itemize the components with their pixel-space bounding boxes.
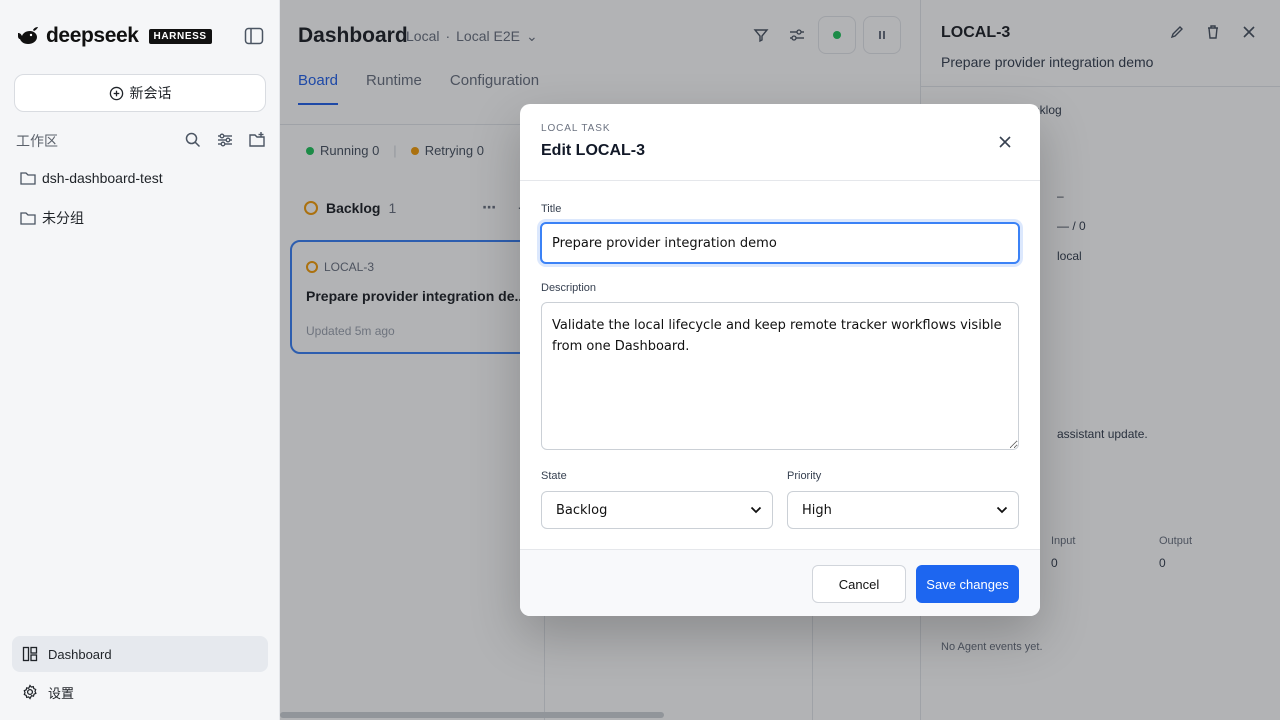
sidebar: deepseek HARNESS 新会话 工作区 dsh-dashboard-t… <box>0 0 280 720</box>
dialog-footer: Cancel Save changes <box>520 549 1040 616</box>
state-select-value: Backlog <box>556 502 608 518</box>
whale-logo-icon <box>18 27 38 44</box>
filter-sliders-icon[interactable] <box>216 131 234 149</box>
description-textarea[interactable]: Validate the local lifecycle and keep re… <box>541 302 1019 450</box>
workspace-label: 工作区 <box>16 133 58 149</box>
workspace-header: 工作区 <box>16 131 266 151</box>
brand-name: deepseek <box>46 24 139 47</box>
dialog-header-divider <box>520 180 1040 181</box>
dialog-eyebrow: LOCAL TASK <box>541 123 611 134</box>
folder-icon <box>20 172 36 185</box>
chevron-down-icon <box>750 506 762 514</box>
search-icon[interactable] <box>184 131 202 149</box>
dialog-title: Edit LOCAL-3 <box>541 142 645 159</box>
workspace-group-item[interactable]: 未分组 <box>20 208 84 228</box>
gear-icon <box>23 684 37 700</box>
save-changes-button[interactable]: Save changes <box>916 565 1019 603</box>
brand-logo[interactable]: deepseek HARNESS <box>16 24 212 48</box>
sidebar-item-dashboard[interactable]: Dashboard <box>12 636 268 672</box>
dashboard-icon <box>22 646 38 662</box>
folder-icon <box>20 212 36 225</box>
sidebar-item-label: 设置 <box>48 685 75 701</box>
state-select[interactable]: Backlog <box>541 491 773 529</box>
new-chat-button[interactable]: 新会话 <box>14 74 266 112</box>
workspace-group-item[interactable]: dsh-dashboard-test <box>20 170 163 186</box>
sidebar-item-label: Dashboard <box>48 646 112 662</box>
sidebar-toggle-icon[interactable] <box>244 27 264 45</box>
title-label: Title <box>541 203 562 215</box>
workspace-group-label: dsh-dashboard-test <box>42 170 163 186</box>
cancel-button[interactable]: Cancel <box>812 565 906 603</box>
workspace-group-label: 未分组 <box>42 210 84 226</box>
plus-circle-icon <box>109 86 123 100</box>
edit-task-dialog: LOCAL TASK Edit LOCAL-3 Title Descriptio… <box>520 104 1040 616</box>
new-folder-icon[interactable] <box>248 131 266 149</box>
description-label: Description <box>541 282 597 294</box>
chevron-down-icon <box>996 506 1008 514</box>
priority-select-value: High <box>802 502 832 518</box>
brand-tag: HARNESS <box>148 28 212 44</box>
sidebar-item-settings[interactable]: 设置 <box>12 674 268 710</box>
priority-label: Priority <box>787 470 822 482</box>
state-label: State <box>541 470 567 482</box>
close-icon[interactable] <box>994 131 1016 153</box>
title-input[interactable] <box>540 222 1020 264</box>
priority-select[interactable]: High <box>787 491 1019 529</box>
new-chat-label: 新会话 <box>129 85 172 101</box>
